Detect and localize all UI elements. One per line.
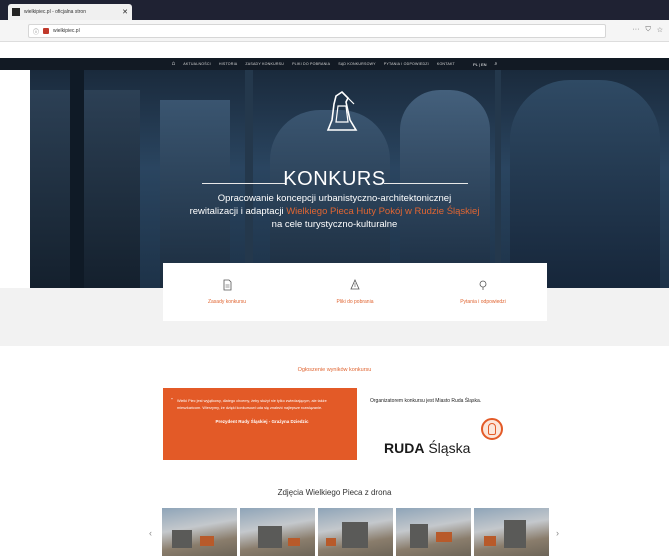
logo-slaska: Śląska bbox=[428, 440, 471, 456]
blast-furnace-logo-icon bbox=[326, 90, 358, 131]
gallery-photo[interactable] bbox=[474, 508, 549, 556]
gallery-photo[interactable] bbox=[162, 508, 237, 556]
gallery-photo[interactable] bbox=[240, 508, 315, 556]
gallery-photo[interactable] bbox=[396, 508, 471, 556]
ruda-slaska-logo[interactable]: RUDA Śląska bbox=[384, 440, 470, 456]
browser-tab[interactable]: wielkipiec.pl - oficjalna stron ✕ bbox=[8, 4, 132, 20]
favicon-icon bbox=[12, 8, 20, 16]
nav-item-contact[interactable]: KONTAKT bbox=[437, 62, 455, 66]
card-downloads[interactable]: Pliki do pobrania bbox=[291, 263, 419, 321]
gallery-title: Zdjęcia Wielkiego Pieca z drona bbox=[277, 488, 392, 497]
nav-item-faq[interactable]: PYTANIA I ODPOWIEDZI bbox=[384, 62, 429, 66]
gallery-photos bbox=[162, 508, 549, 556]
url-text[interactable]: wielkipiec.pl bbox=[53, 28, 80, 34]
hero-subtitle-line2: rewitalizacji i adaptacji Wielkiego Piec… bbox=[0, 206, 669, 218]
card-rules-label: Zasady konkursu bbox=[207, 299, 247, 305]
gallery-prev-arrow-icon[interactable]: ‹ bbox=[149, 528, 152, 538]
info-icon[interactable]: ⓘ bbox=[33, 27, 39, 36]
hero-subtitle-line2-text: rewitalizacji i adaptacji bbox=[189, 206, 287, 217]
nav-item-news[interactable]: AKTUALNOŚCI bbox=[183, 62, 211, 66]
tab-title: wielkipiec.pl - oficjalna stron bbox=[24, 9, 86, 15]
nav-item-history[interactable]: HISTORIA bbox=[219, 62, 238, 66]
quick-links: Zasady konkursu Pliki do pobrania Pytani… bbox=[163, 263, 547, 321]
card-faq-label: Pytania i odpowiedzi bbox=[460, 299, 506, 305]
logo-ruda: RUDA bbox=[384, 440, 425, 456]
hero-subtitle-line1: Opracowanie koncepcji urbanistyczno-arch… bbox=[217, 193, 452, 204]
download-icon bbox=[350, 279, 360, 290]
nav-item-rules[interactable]: ZASADY KONKURSU bbox=[245, 62, 284, 66]
nav-item-downloads[interactable]: PLIKI DO POBRANIA bbox=[292, 62, 330, 66]
hero-subtitle-highlight: Wielkiego Pieca Huty Pokój w Rudzie Śląs… bbox=[286, 206, 480, 217]
toolbar-icons: ··· ⛉ ☆ bbox=[632, 26, 663, 34]
gallery-next-arrow-icon[interactable]: › bbox=[556, 528, 559, 538]
ruda-crest-icon bbox=[481, 418, 503, 440]
shield-icon[interactable]: ⛉ bbox=[645, 26, 650, 34]
quote-author: Prezydent Rudy Śląskiej - Grażyna Dziedz… bbox=[215, 419, 309, 424]
lock-icon bbox=[43, 28, 50, 34]
quote-mark-icon: “ bbox=[171, 398, 173, 404]
hero-title: KONKURS bbox=[283, 168, 386, 190]
card-rules[interactable]: Zasady konkursu bbox=[163, 263, 291, 321]
home-icon[interactable]: ⌂ bbox=[172, 61, 176, 67]
page-actions-icon[interactable]: ··· bbox=[632, 26, 639, 34]
bookmark-star-icon[interactable]: ☆ bbox=[657, 26, 663, 34]
card-downloads-label: Pliki do pobrania bbox=[336, 299, 374, 305]
browser-toolbar: ⓘ wielkipiec.pl ··· ⛉ ☆ bbox=[0, 20, 669, 42]
nav-item-jury[interactable]: SĄD KONKURSOWY bbox=[338, 62, 376, 66]
document-icon bbox=[223, 279, 232, 291]
address-bar[interactable]: ⓘ wielkipiec.pl bbox=[28, 24, 606, 38]
hero-subtitle-line3: na cele turystyczno-kulturalne bbox=[271, 219, 398, 230]
browser-tab-bar: wielkipiec.pl - oficjalna stron ✕ bbox=[0, 0, 669, 20]
gallery-photo[interactable] bbox=[318, 508, 393, 556]
question-icon bbox=[479, 280, 487, 290]
close-tab-icon[interactable]: ✕ bbox=[122, 9, 128, 16]
card-faq[interactable]: Pytania i odpowiedzi bbox=[419, 263, 547, 321]
organizer-text: Organizatorem konkursu jest Miasto Ruda … bbox=[370, 398, 482, 404]
quote-box: “ Wielki Piec jest wyjątkowy, dlatego ch… bbox=[163, 388, 357, 460]
language-switch[interactable]: PL | EN bbox=[473, 62, 487, 67]
search-icon[interactable]: ⌕ bbox=[495, 61, 498, 67]
quote-text: Wielki Piec jest wyjątkowy, dlatego chce… bbox=[177, 399, 327, 410]
results-link[interactable]: Ogłoszenie wyników konkursu bbox=[0, 367, 669, 373]
site-nav: ⌂ AKTUALNOŚCI HISTORIA ZASADY KONKURSU P… bbox=[0, 58, 669, 70]
